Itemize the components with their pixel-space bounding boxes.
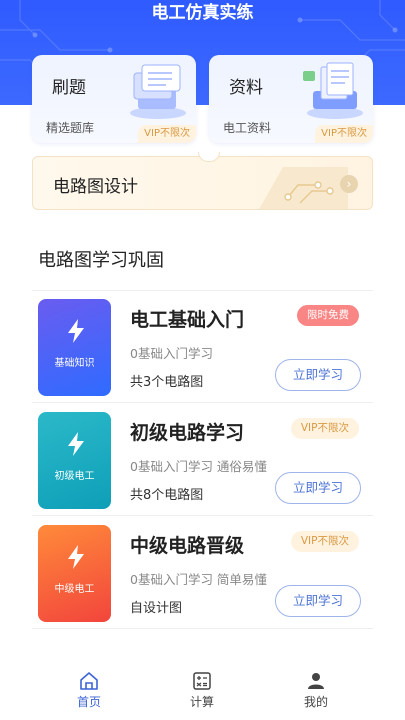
tab-label: 我的 xyxy=(303,695,328,709)
tab-home[interactable]: 首页 xyxy=(59,672,119,710)
documents-illustration-icon xyxy=(303,62,363,119)
start-learning-button[interactable]: 立即学习 xyxy=(275,472,361,504)
course-count: 共8个电路图 xyxy=(130,488,204,503)
course-description: 0基础入门学习 简单易懂 xyxy=(130,572,267,587)
course-cover: 基础知识 xyxy=(38,299,111,396)
free-badge: 限时免费 xyxy=(297,305,359,326)
course-title: 中级电路晋级 xyxy=(130,535,245,557)
tab-calculate[interactable]: 计算 xyxy=(172,672,232,710)
vip-badge: VIP不限次 xyxy=(290,418,359,439)
course-item-intermediate[interactable]: 中级电工 中级电路晋级 VIP不限次 0基础入门学习 简单易懂 自设计图 立即学… xyxy=(32,517,373,629)
bottom-tab-bar: 首页 计算 我的 xyxy=(0,662,405,720)
card-subtitle: 精选题库 xyxy=(46,121,95,135)
course-description: 0基础入门学习 通俗易懂 xyxy=(130,459,267,474)
lightning-icon xyxy=(68,319,84,343)
course-count: 自设计图 xyxy=(130,601,183,616)
vip-badge: VIP不限次 xyxy=(290,531,359,552)
card-title: 刷题 xyxy=(52,78,86,98)
tab-label: 首页 xyxy=(76,695,101,709)
cover-label: 初级电工 xyxy=(54,471,95,482)
cover-label: 基础知识 xyxy=(54,358,95,369)
course-title: 初级电路学习 xyxy=(130,422,245,444)
vip-tag: VIP不限次 xyxy=(315,125,373,143)
lightning-icon xyxy=(68,432,84,456)
tab-label: 计算 xyxy=(189,695,214,709)
lightning-icon xyxy=(68,545,84,569)
course-item-basics[interactable]: 基础知识 电工基础入门 限时免费 0基础入门学习 共3个电路图 立即学习 xyxy=(32,291,373,403)
circuit-board-decoration xyxy=(259,167,348,209)
start-learning-button[interactable]: 立即学习 xyxy=(275,585,361,617)
user-icon xyxy=(308,673,324,689)
course-description: 0基础入门学习 xyxy=(130,346,213,361)
materials-card[interactable]: 资料 电工资料 VIP不限次 xyxy=(209,55,373,143)
course-cover: 中级电工 xyxy=(38,525,111,622)
course-count: 共3个电路图 xyxy=(130,375,204,390)
banner-title: 电路图设计 xyxy=(53,177,138,197)
question-bank-card[interactable]: 刷题 精选题库 VIP不限次 xyxy=(32,55,196,143)
tab-mine[interactable]: 我的 xyxy=(286,672,346,710)
cover-label: 中级电工 xyxy=(54,584,95,595)
calculator-icon xyxy=(193,672,211,690)
course-cover: 初级电工 xyxy=(38,412,111,509)
section-title: 电路图学习巩固 xyxy=(38,250,164,271)
card-title: 资料 xyxy=(229,78,263,98)
question-bank-illustration-icon xyxy=(130,64,186,119)
circuit-design-banner[interactable]: 电路图设计 › xyxy=(32,156,373,210)
page-title: 电工仿真实练 xyxy=(151,3,254,23)
start-learning-button[interactable]: 立即学习 xyxy=(275,359,361,391)
card-subtitle: 电工资料 xyxy=(223,121,272,135)
vip-tag: VIP不限次 xyxy=(138,125,196,143)
course-title: 电工基础入门 xyxy=(130,309,245,331)
home-icon xyxy=(80,672,98,690)
course-item-beginner[interactable]: 初级电工 初级电路学习 VIP不限次 0基础入门学习 通俗易懂 共8个电路图 立… xyxy=(32,404,373,516)
chevron-right-icon: › xyxy=(340,175,358,193)
